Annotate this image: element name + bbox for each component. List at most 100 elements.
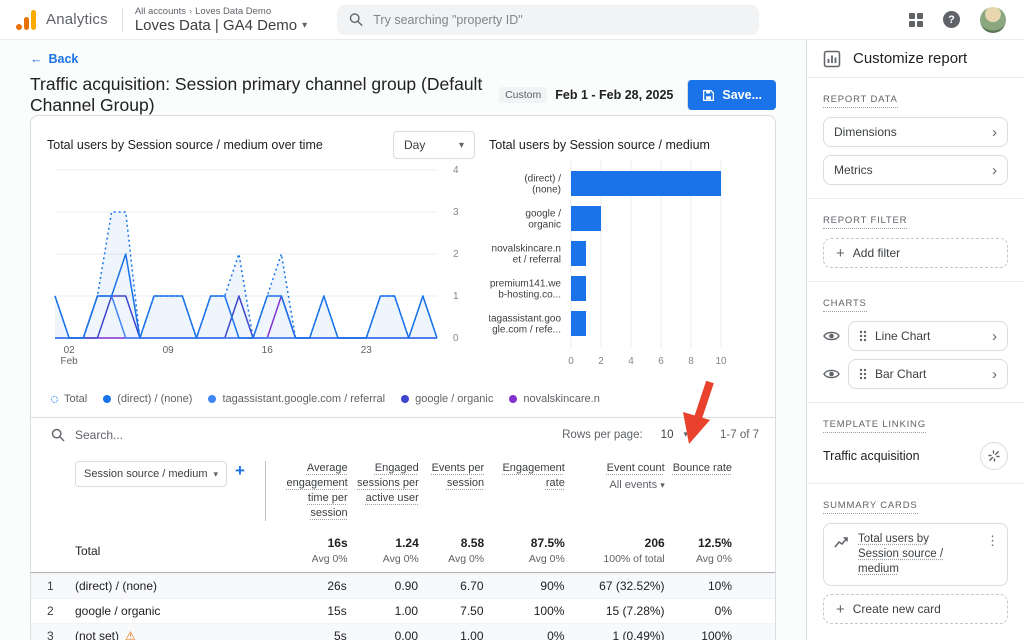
column-header-bounce-rate[interactable]: Bounce rate [665, 461, 732, 521]
svg-text:organic: organic [528, 220, 561, 231]
legend-label: novalskincare.n [523, 393, 600, 405]
svg-text:et / referral: et / referral [513, 255, 561, 266]
cell: 0% [714, 604, 732, 618]
page-title: Traffic acquisition: Session primary cha… [30, 74, 483, 115]
summary-card-line1: Total users by [858, 533, 929, 545]
table-row[interactable]: 2 google / organic 15s 1.00 7.50 100% 15… [31, 598, 775, 623]
date-range-picker[interactable]: Custom Feb 1 - Feb 28, 2025 [499, 87, 673, 103]
cell: 90% [540, 579, 565, 593]
legend-label: google / organic [415, 393, 494, 405]
bar-chart-title: Total users by Session source / medium [489, 138, 710, 152]
search-icon [51, 428, 65, 441]
svg-text:(none): (none) [532, 185, 561, 196]
total-cell: 1.24 Avg 0% [382, 536, 419, 565]
analytics-logo-icon [16, 9, 38, 30]
rows-per-page-value[interactable]: 10 [661, 429, 674, 441]
cell: 100% [701, 629, 732, 640]
bar-chart-card[interactable]: Bar Chart › [848, 359, 1008, 389]
table-row[interactable]: 3 (not set) ⚠ 5s 0.00 1.00 0% 1 (0.49%) … [31, 623, 775, 640]
cell: 15 (7.28%) [605, 604, 665, 618]
table-total-row: Total 16s Avg 0% 1.24 Avg 0% 8.58 Avg 0% 87… [31, 529, 775, 573]
add-filter-button[interactable]: + Add filter [823, 238, 1008, 268]
table-search-input[interactable] [75, 427, 275, 442]
chevron-down-icon[interactable]: ▾ [683, 429, 688, 440]
drag-handle-icon[interactable] [859, 330, 867, 342]
cell: 0% [547, 629, 565, 640]
chevron-down-icon: ▾ [458, 139, 464, 151]
cell: 7.50 [460, 604, 484, 618]
column-header-event-count[interactable]: Event count All events ▾ [565, 461, 665, 521]
total-label: Total [75, 543, 101, 558]
line-chart-title: Total users by Session source / medium o… [47, 138, 323, 152]
template-link-value: Traffic acquisition [823, 449, 920, 463]
divider [121, 7, 123, 32]
visibility-eye-icon[interactable] [823, 330, 840, 342]
svg-text:premium141.we: premium141.we [490, 279, 562, 290]
row-rank: 3 [47, 629, 54, 640]
column-header-events-per-session[interactable]: Events per session [419, 461, 485, 521]
global-search[interactable] [337, 4, 760, 35]
cell: 10% [707, 579, 732, 593]
cell: 1.00 [394, 604, 418, 618]
global-search-input[interactable] [373, 12, 748, 27]
top-app-bar: Analytics All accounts › Loves Data Demo… [0, 0, 1024, 40]
table-row[interactable]: 1 (direct) / (none) 26s 0.90 6.70 90% 67… [31, 573, 775, 598]
svg-text:0: 0 [568, 356, 574, 367]
dimensions-label: Dimensions [834, 125, 897, 139]
back-label: Back [48, 52, 79, 66]
analytics-logo-text: Analytics [46, 11, 108, 28]
metrics-button[interactable]: Metrics › [823, 155, 1008, 185]
back-button[interactable]: ← Back [30, 52, 776, 66]
summary-cards-section-label: SUMMARY CARDS [823, 500, 918, 514]
account-name: Loves Data | GA4 Demo [134, 16, 298, 34]
avatar[interactable] [980, 6, 1006, 33]
report-data-section-label: REPORT DATA [823, 94, 898, 108]
event-filter-select[interactable]: All events ▾ [571, 478, 664, 493]
dimensions-button[interactable]: Dimensions › [823, 117, 1008, 147]
add-dimension-button[interactable]: + [235, 461, 245, 481]
line-chart-card[interactable]: Line Chart › [848, 321, 1008, 351]
chevron-right-icon: › [992, 161, 997, 179]
dimension-selector[interactable]: Session source / medium ▾ [75, 461, 227, 487]
svg-text:1: 1 [453, 291, 459, 302]
total-cell: 12.5% Avg 0% [695, 536, 732, 565]
svg-text:tagassistant.goo: tagassistant.goo [489, 314, 561, 325]
chevron-right-icon: › [992, 327, 997, 345]
unlink-template-button[interactable] [980, 442, 1008, 470]
row-dimension-value: (not set) ⚠ [75, 629, 237, 640]
apps-grid-icon[interactable] [909, 12, 923, 27]
chevron-right-icon: › [992, 123, 997, 141]
create-new-card-label: Create new card [852, 602, 941, 616]
analytics-logo[interactable]: Analytics [0, 9, 108, 30]
visibility-eye-icon[interactable] [823, 368, 840, 380]
unlink-icon [988, 450, 1000, 462]
svg-text:2: 2 [453, 249, 459, 260]
granularity-value: Day [404, 138, 426, 152]
svg-text:gle.com / refe...: gle.com / refe... [492, 325, 561, 336]
chart-legend: Total (direct) / (none) tagassistant.goo… [31, 383, 775, 418]
save-button[interactable]: Save... [687, 80, 776, 110]
column-header-engaged-sessions[interactable]: Engaged sessions per active user [348, 461, 419, 521]
granularity-select[interactable]: Day ▾ [393, 131, 475, 159]
breadcrumb-account: Loves Data Demo [195, 5, 272, 17]
cell: 5s [334, 629, 347, 640]
svg-text:Feb: Feb [61, 356, 79, 367]
pagination-status: 1-7 of 7 [720, 428, 759, 441]
legend-dot [103, 395, 112, 403]
svg-text:(direct) /: (direct) / [524, 174, 561, 185]
help-icon[interactable]: ? [943, 11, 960, 28]
svg-text:16: 16 [262, 345, 274, 356]
legend-label: tagassistant.google.com / referral [222, 393, 386, 405]
kebab-menu-icon[interactable]: ⋮ [986, 532, 999, 577]
create-new-card-button[interactable]: + Create new card [823, 594, 1008, 624]
column-header-engagement-rate[interactable]: Engagement rate [484, 461, 564, 521]
chevron-right-icon: › [189, 6, 193, 16]
cell: 0.00 [394, 629, 418, 640]
table-search[interactable] [51, 427, 562, 442]
drag-handle-icon[interactable] [859, 368, 867, 380]
column-header-avg-engagement-time[interactable]: Average engagement time per session [265, 461, 348, 521]
legend-item-novalskincare: novalskincare.n [509, 393, 600, 405]
summary-card-line2: Session source / medium [858, 548, 944, 575]
summary-card-total-users[interactable]: Total users by Session source / medium ⋮ [823, 523, 1008, 586]
account-switcher[interactable]: All accounts › Loves Data Demo Loves Dat… [135, 6, 307, 34]
